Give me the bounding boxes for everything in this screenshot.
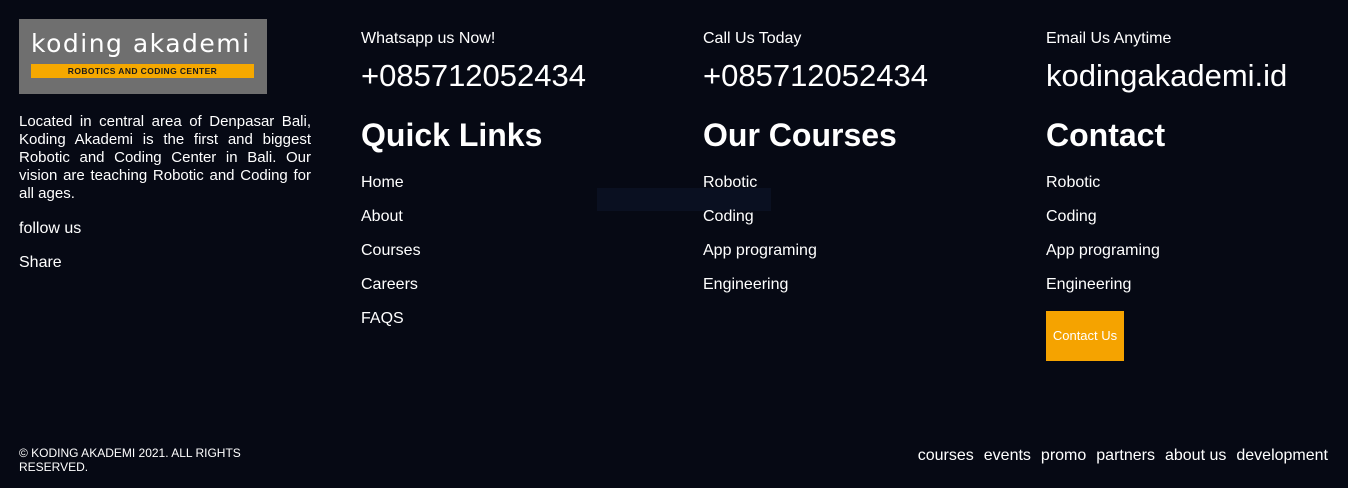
course-link-robotic[interactable]: Robotic <box>703 174 817 208</box>
email-value[interactable]: kodingakademi.id <box>1046 57 1287 95</box>
call-label: Call Us Today <box>703 30 802 47</box>
quick-links-list: Home About Courses Careers FAQS <box>361 174 421 344</box>
course-link-app-programing[interactable]: App programing <box>703 242 817 276</box>
follow-us-label: follow us <box>19 220 82 237</box>
footer-nav-development[interactable]: development <box>1236 447 1328 465</box>
contact-column: Email Us Anytime kodingakademi.id Contac… <box>1046 30 1287 293</box>
quick-link-faqs[interactable]: FAQS <box>361 310 421 344</box>
course-link-coding[interactable]: Coding <box>703 208 817 242</box>
course-link-engineering[interactable]: Engineering <box>703 276 817 310</box>
our-courses-heading: Our Courses <box>703 117 897 153</box>
our-courses-list: Robotic Coding App programing Engineerin… <box>703 174 817 310</box>
contact-link-engineering[interactable]: Engineering <box>1046 276 1160 310</box>
footer-nav: courses events promo partners about us d… <box>918 447 1328 465</box>
whatsapp-label: Whatsapp us Now! <box>361 30 496 47</box>
about-description: Located in central area of Denpasar Bali… <box>19 113 311 202</box>
footer-nav-partners[interactable]: partners <box>1096 447 1155 465</box>
contact-link-coding[interactable]: Coding <box>1046 208 1160 242</box>
quick-links-column: Whatsapp us Now! +085712052434 Quick Lin… <box>361 30 586 327</box>
quick-links-heading: Quick Links <box>361 117 543 153</box>
footer-nav-courses[interactable]: courses <box>918 447 974 465</box>
footer-nav-promo[interactable]: promo <box>1041 447 1086 465</box>
whatsapp-number[interactable]: +085712052434 <box>361 57 586 95</box>
logo-name: koding akademi <box>31 29 251 58</box>
brand-logo[interactable]: koding akademi ROBOTICS AND CODING CENTE… <box>19 19 267 94</box>
contact-list: Robotic Coding App programing Engineerin… <box>1046 174 1160 310</box>
our-courses-column: Call Us Today +085712052434 Our Courses … <box>703 30 928 293</box>
quick-link-careers[interactable]: Careers <box>361 276 421 310</box>
copyright-notice: © KODING AKADEMI 2021. ALL RIGHTS RESERV… <box>19 446 241 474</box>
quick-link-home[interactable]: Home <box>361 174 421 208</box>
contact-link-robotic[interactable]: Robotic <box>1046 174 1160 208</box>
footer-nav-events[interactable]: events <box>984 447 1031 465</box>
contact-us-button[interactable]: Contact Us <box>1046 311 1124 361</box>
email-label: Email Us Anytime <box>1046 30 1172 47</box>
quick-link-about[interactable]: About <box>361 208 421 242</box>
quick-link-courses[interactable]: Courses <box>361 242 421 276</box>
logo-tagline: ROBOTICS AND CODING CENTER <box>31 64 254 78</box>
contact-heading: Contact <box>1046 117 1166 153</box>
share-link[interactable]: Share <box>19 254 62 272</box>
call-number[interactable]: +085712052434 <box>703 57 928 95</box>
contact-link-app-programing[interactable]: App programing <box>1046 242 1160 276</box>
footer-nav-about-us[interactable]: about us <box>1165 447 1226 465</box>
